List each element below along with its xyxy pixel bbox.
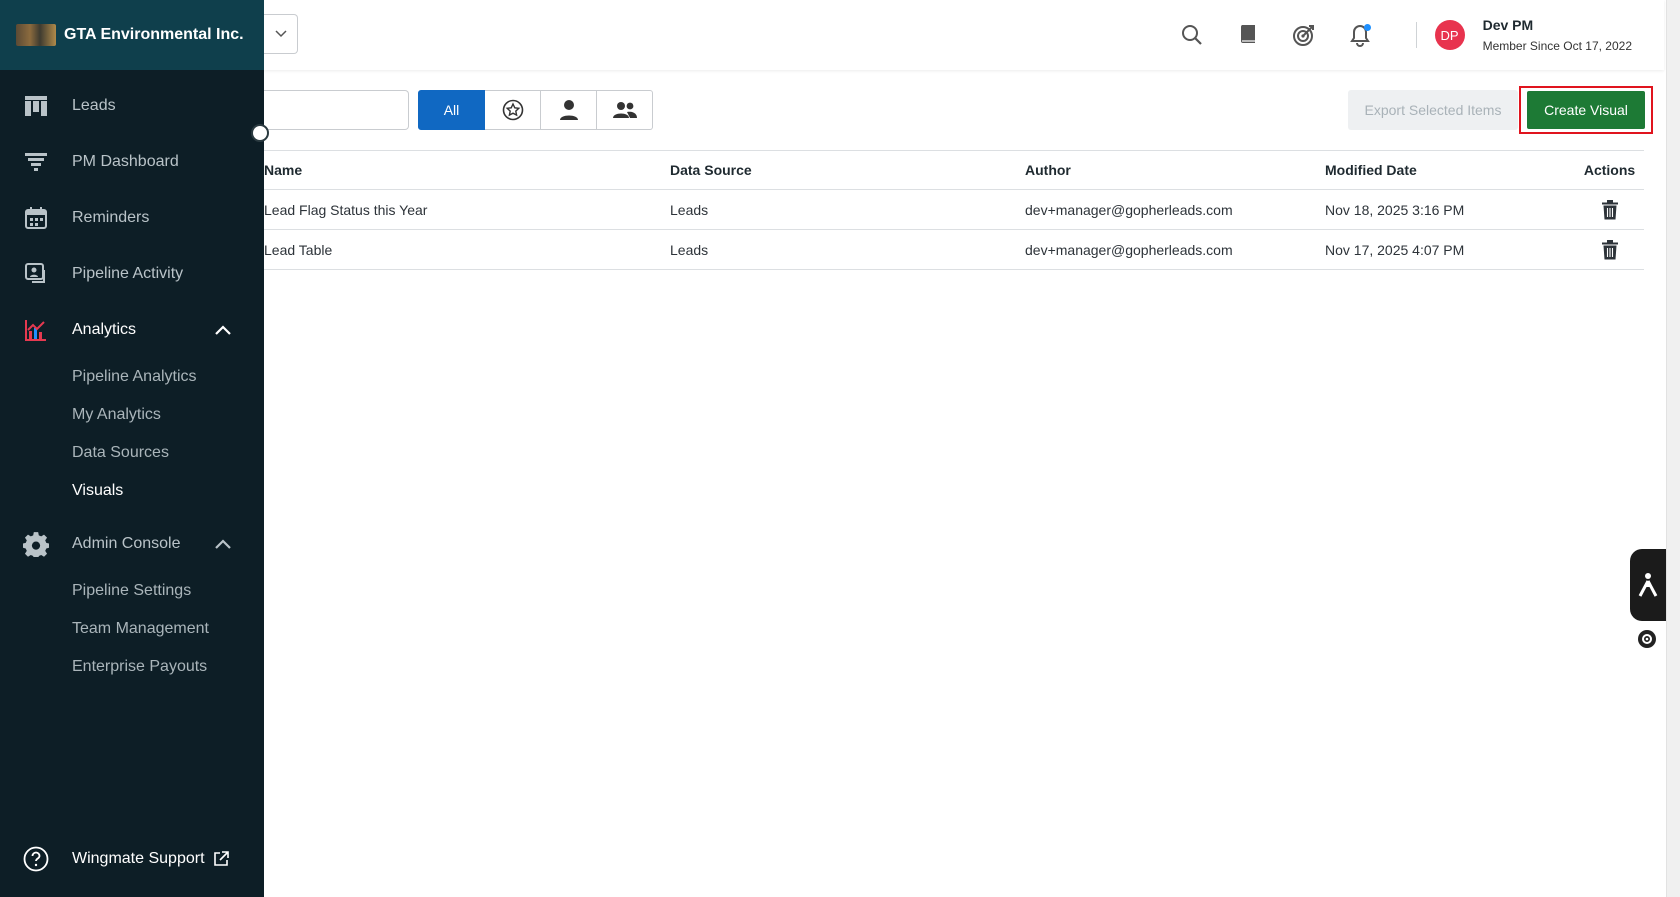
gear-icon: [22, 530, 50, 558]
person-icon: [559, 99, 579, 121]
leads-board-icon: [22, 92, 50, 120]
col-author-header[interactable]: Author: [1025, 162, 1325, 178]
sidebar-resize-handle[interactable]: [251, 124, 269, 142]
create-visual-button[interactable]: Create Visual: [1527, 91, 1645, 129]
sidebar-sub-enterprise-payouts[interactable]: Enterprise Payouts: [0, 648, 264, 686]
row-name[interactable]: Lead Table: [264, 242, 670, 258]
col-source-header[interactable]: Data Source: [670, 162, 1025, 178]
sidebar-item-pipeline-activity[interactable]: Pipeline Activity: [0, 246, 264, 302]
people-icon: [612, 101, 637, 119]
col-modified-header[interactable]: Modified Date: [1325, 162, 1575, 178]
table-row[interactable]: Lead Flag Status this Year Leads dev+man…: [264, 190, 1644, 230]
row-modified: Nov 18, 2025 3:16 PM: [1325, 201, 1465, 218]
trash-icon: [1601, 239, 1618, 260]
calendar-icon: [22, 204, 50, 232]
table-row[interactable]: Lead Table Leads dev+manager@gopherleads…: [264, 230, 1644, 270]
workspace-select[interactable]: [264, 14, 298, 54]
row-source: Leads: [670, 241, 709, 258]
sidebar-item-label: Pipeline Activity: [72, 265, 184, 282]
delete-button[interactable]: [1575, 239, 1644, 260]
support-label: Wingmate Support: [72, 850, 205, 867]
delete-button[interactable]: [1575, 199, 1644, 220]
sidebar-item-analytics[interactable]: Analytics: [0, 302, 264, 358]
brand-header[interactable]: GTA Environmental Inc.: [0, 0, 264, 70]
notification-bell-icon[interactable]: [1347, 22, 1373, 48]
sidebar-item-label: PM Dashboard: [72, 153, 179, 170]
company-logo: [16, 24, 56, 46]
col-actions-header: Actions: [1583, 162, 1636, 178]
avatar[interactable]: DP: [1434, 20, 1465, 50]
funnel-icon: [22, 148, 50, 176]
table-header: Name Data Source Author Modified Date Ac…: [264, 150, 1644, 190]
sidebar-item-pm-dashboard[interactable]: PM Dashboard: [0, 134, 264, 190]
export-selected-button[interactable]: Export Selected Items: [1348, 90, 1518, 130]
chevron-up-icon[interactable]: [214, 321, 232, 339]
row-source: Leads: [670, 201, 709, 218]
sidebar-item-admin-console[interactable]: Admin Console: [0, 516, 264, 572]
filter-favorites-button[interactable]: [485, 90, 541, 130]
external-link-icon: [213, 851, 229, 867]
sidebar-sub-visuals[interactable]: Visuals: [0, 472, 264, 510]
top-bar: DP Dev PM Member Since Oct 17, 2022: [264, 0, 1664, 70]
filter-all-button[interactable]: All: [418, 90, 485, 130]
sidebar-item-label: Leads: [72, 97, 116, 114]
star-badge-icon: [502, 99, 524, 121]
wingmate-support-link[interactable]: Wingmate Support: [0, 835, 264, 883]
accessibility-widget-button[interactable]: [1630, 549, 1666, 621]
row-author: dev+manager@gopherleads.com: [1025, 241, 1233, 258]
search-input[interactable]: [264, 90, 409, 130]
book-icon[interactable]: [1235, 22, 1261, 48]
row-author: dev+manager@gopherleads.com: [1025, 201, 1233, 218]
member-since: Member Since Oct 17, 2022: [1482, 39, 1632, 53]
sidebar-item-label: Reminders: [72, 209, 150, 226]
sidebar-sub-pipeline-settings[interactable]: Pipeline Settings: [0, 572, 264, 610]
sidebar-sub-pipeline-analytics[interactable]: Pipeline Analytics: [0, 358, 264, 396]
top-actions: DP Dev PM Member Since Oct 17, 2022: [1164, 0, 1664, 70]
create-visual-highlight: Create Visual: [1519, 86, 1653, 134]
filter-shared-button[interactable]: [597, 90, 653, 130]
main-nav: Leads PM Dashboard Reminders Pipeline Ac…: [0, 78, 264, 686]
accessibility-icon: [1638, 572, 1658, 598]
sidebar: GTA Environmental Inc. Leads PM Dashboar…: [0, 0, 264, 897]
search-icon[interactable]: [1179, 22, 1205, 48]
visuals-table: Name Data Source Author Modified Date Ac…: [264, 150, 1644, 270]
row-modified: Nov 17, 2025 4:07 PM: [1325, 241, 1465, 258]
sidebar-sub-data-sources[interactable]: Data Sources: [0, 434, 264, 472]
filter-group: All: [418, 90, 653, 130]
activity-icon: [22, 260, 50, 288]
user-info[interactable]: Dev PM Member Since Oct 17, 2022: [1483, 17, 1632, 53]
user-name: Dev PM: [1482, 17, 1534, 33]
divider: [1415, 22, 1417, 48]
company-name: GTA Environmental Inc.: [64, 26, 244, 43]
sidebar-sub-my-analytics[interactable]: My Analytics: [0, 396, 264, 434]
sidebar-sub-team-management[interactable]: Team Management: [0, 610, 264, 648]
target-icon[interactable]: [1291, 22, 1317, 48]
col-name-header[interactable]: Name: [264, 162, 670, 178]
notification-dot: [1363, 24, 1371, 31]
chart-icon: [22, 316, 50, 344]
row-name[interactable]: Lead Flag Status this Year: [264, 202, 670, 218]
trash-icon: [1601, 199, 1618, 220]
sidebar-item-leads[interactable]: Leads: [0, 78, 264, 134]
filter-mine-button[interactable]: [541, 90, 597, 130]
scrollbar[interactable]: [1666, 0, 1680, 897]
widget-settings-icon[interactable]: [1638, 630, 1656, 648]
sidebar-item-label: Admin Console: [72, 535, 181, 552]
chevron-up-icon[interactable]: [214, 535, 232, 553]
sidebar-item-label: Analytics: [72, 321, 137, 338]
chevron-down-icon: [274, 30, 287, 38]
help-icon: [22, 845, 50, 873]
sidebar-item-reminders[interactable]: Reminders: [0, 190, 264, 246]
